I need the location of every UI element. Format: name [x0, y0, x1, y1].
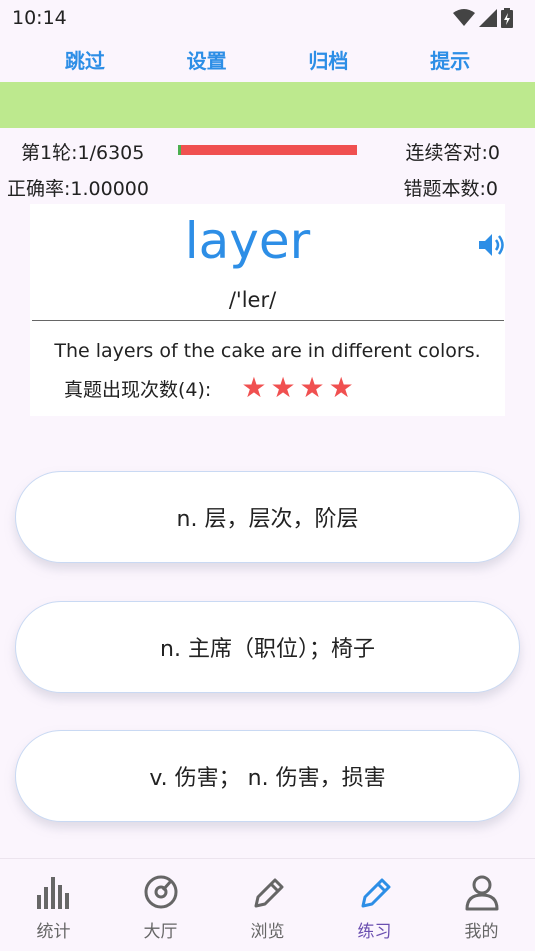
top-menu: 跳过 设置 归档 提示 [0, 40, 535, 78]
answer-option-2[interactable]: n. 主席（职位）；椅子 [15, 601, 520, 693]
answer-option-3[interactable]: v. 伤害； n. 伤害，损害 [15, 730, 520, 822]
word-card: layer /'ler/ The layers of the cake are … [30, 204, 505, 416]
status-icons [453, 8, 513, 28]
battery-icon [501, 8, 513, 28]
skip-button[interactable]: 跳过 [65, 45, 105, 74]
user-icon [465, 875, 498, 911]
wifi-icon [453, 9, 475, 26]
status-time: 10:14 [12, 7, 67, 29]
nav-label: 练习 [357, 922, 392, 942]
round-progress-fill [178, 145, 182, 155]
status-bar: 10:14 [0, 0, 535, 36]
phonetic-text: /'ler/ [228, 288, 277, 312]
frequency-stars: ★ ★ ★ ★ [241, 374, 353, 402]
exam-frequency-label: 真题出现次数(4): [64, 378, 212, 401]
nav-item-practice[interactable]: 练习 [325, 873, 425, 942]
exam-frequency-row: 真题出现次数(4): ★ ★ ★ ★ [64, 374, 354, 402]
bar-chart-icon [36, 877, 69, 909]
example-sentence: The layers of the cake are in different … [54, 340, 481, 362]
nav-label: 我的 [464, 922, 499, 942]
settings-button[interactable]: 设置 [187, 45, 227, 74]
star-icon: ★ [270, 371, 296, 404]
nav-item-stats[interactable]: 统计 [4, 873, 104, 942]
answer-option-1[interactable]: n. 层，层次，阶层 [15, 471, 520, 563]
stats-panel: 第1轮:1/6305 连续答对:0 正确率:1.00000 错题本数:0 [0, 130, 535, 204]
round-progress-bar [178, 145, 357, 155]
star-icon: ★ [328, 371, 354, 404]
nav-item-browse[interactable]: 浏览 [218, 873, 318, 942]
card-divider [32, 320, 504, 321]
nav-label: 浏览 [250, 922, 285, 942]
bottom-nav: 统计 大厅 浏览 练习 我的 [0, 858, 535, 951]
disc-icon [144, 875, 177, 909]
word-title: layer [184, 212, 311, 270]
nav-label: 统计 [36, 922, 71, 942]
wrong-count-text: 错题本数:0 [403, 178, 499, 200]
archive-button[interactable]: 归档 [308, 45, 348, 74]
feedback-band [0, 82, 535, 128]
star-icon: ★ [299, 371, 325, 404]
nav-item-mine[interactable]: 我的 [432, 873, 532, 942]
signal-icon [479, 9, 497, 27]
star-icon: ★ [241, 371, 267, 404]
speaker-icon[interactable] [477, 232, 509, 258]
round-progress-text: 第1轮:1/6305 [21, 142, 145, 164]
pencil-icon [254, 878, 283, 908]
nav-item-hall[interactable]: 大厅 [111, 873, 211, 942]
streak-text: 连续答对:0 [405, 142, 501, 164]
hint-button[interactable]: 提示 [430, 45, 470, 74]
pencil-icon-active [361, 878, 390, 908]
nav-label: 大厅 [143, 922, 178, 942]
accuracy-text: 正确率:1.00000 [7, 178, 149, 200]
